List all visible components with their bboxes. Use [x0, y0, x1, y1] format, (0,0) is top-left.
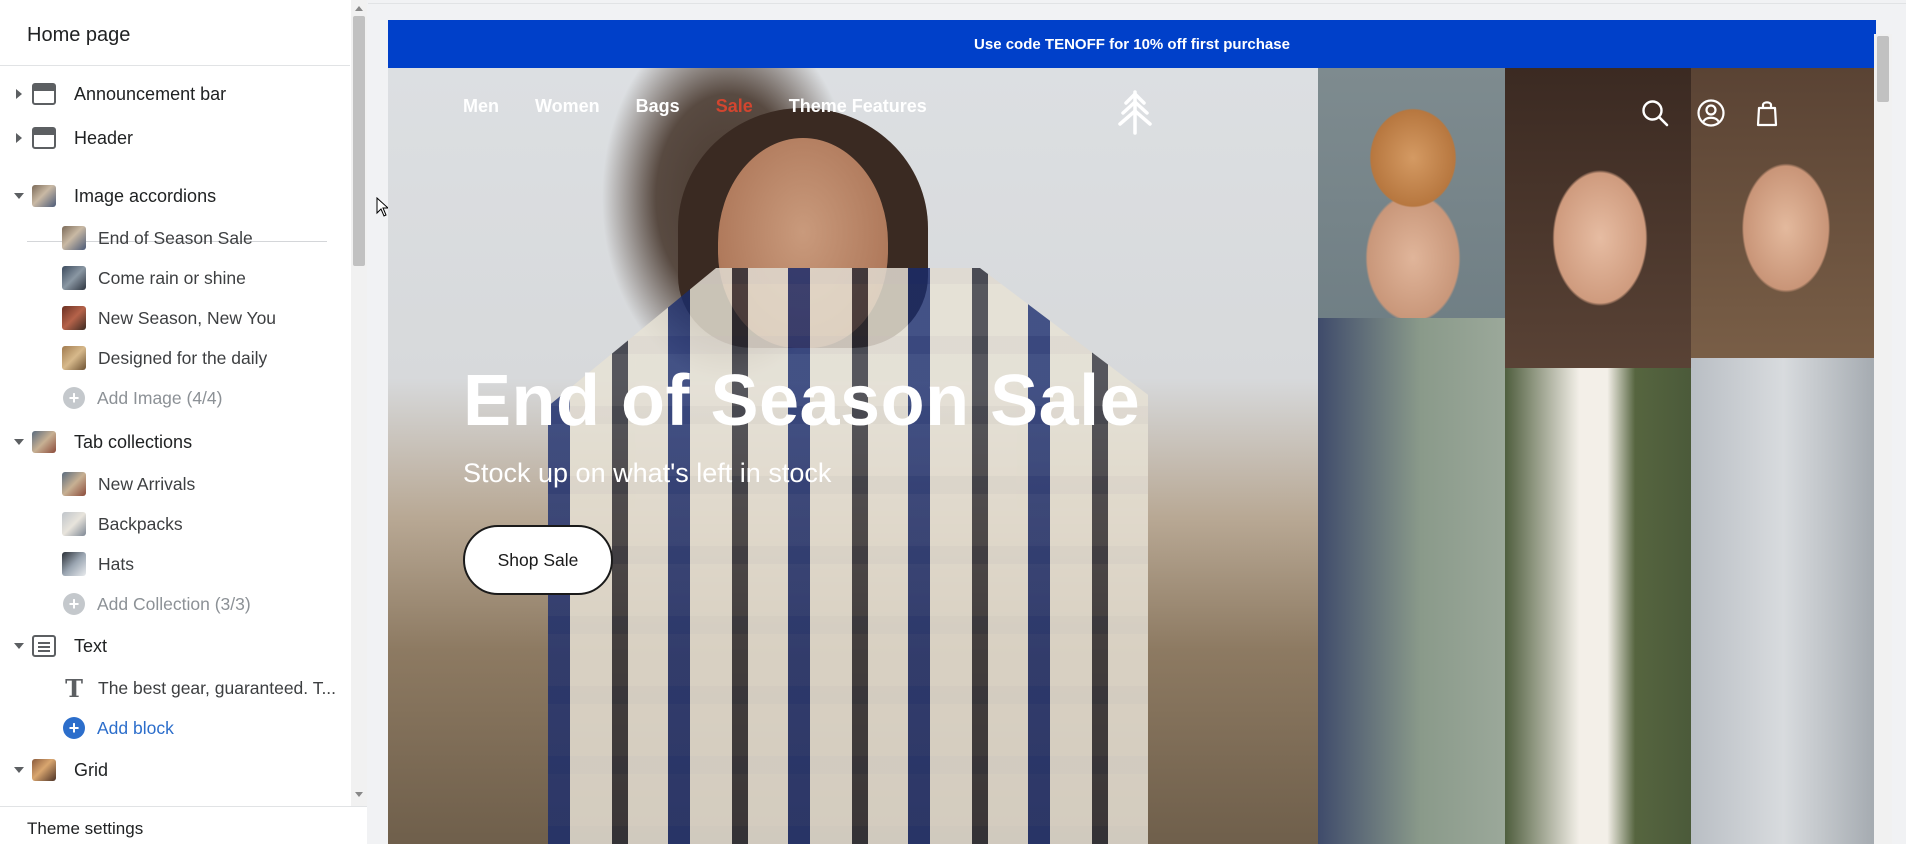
section-tab-collections[interactable]: Tab collections [0, 422, 350, 462]
block-thumbnail-icon [62, 306, 86, 330]
header-section-icon [32, 127, 56, 149]
theme-settings-button[interactable]: Theme settings [0, 806, 367, 844]
panel-photo [1691, 358, 1876, 844]
section-image-accordions[interactable]: Image accordions [0, 176, 350, 216]
nav-link-bags[interactable]: Bags [636, 96, 680, 117]
block-thumbnail-icon [62, 552, 86, 576]
block-thumbnail-icon [62, 266, 86, 290]
theme-settings-label: Theme settings [27, 819, 144, 838]
image-accordions-hero: Men Women Bags Sale Theme Features End o… [388, 68, 1876, 844]
block-label: Backpacks [98, 513, 183, 534]
account-icon[interactable] [1696, 98, 1726, 128]
scrollbar-thumb[interactable] [353, 16, 365, 266]
main-nav: Men Women Bags Sale Theme Features [463, 96, 963, 117]
block-label: Designed for the daily [98, 347, 268, 368]
accordion-panel[interactable] [1691, 68, 1876, 844]
block-thumbnail-icon [62, 472, 86, 496]
collapse-caret-icon[interactable] [14, 193, 24, 199]
accordion-panel[interactable] [1505, 68, 1691, 844]
block-thumbnail-icon [62, 346, 86, 370]
section-label: Announcement bar [74, 83, 227, 104]
scroll-up-icon[interactable] [355, 6, 363, 11]
block-label: New Arrivals [98, 473, 196, 494]
nav-link-theme-features[interactable]: Theme Features [789, 96, 927, 117]
page-title: Home page [27, 24, 131, 46]
announcement-bar[interactable]: Use code TENOFF for 10% off first purcha… [388, 20, 1876, 68]
accordion-panel[interactable] [1318, 68, 1505, 844]
section-grid[interactable]: Grid [0, 750, 350, 790]
add-circle-icon: + [63, 387, 85, 409]
block-label: Come rain or shine [98, 267, 246, 288]
panel-photo [1505, 368, 1691, 844]
add-image-button[interactable]: + Add Image (4/4) [0, 378, 350, 418]
block-thumbnail-icon [62, 226, 86, 250]
nav-link-women[interactable]: Women [535, 96, 600, 117]
preview-scrollbar[interactable] [1874, 34, 1892, 844]
text-block-icon: T [65, 673, 83, 703]
collapse-caret-icon[interactable] [14, 643, 24, 649]
block-item[interactable]: Backpacks [0, 504, 350, 544]
nav-link-men[interactable]: Men [463, 96, 499, 117]
section-label: Header [74, 127, 134, 148]
block-item[interactable]: End of Season Sale [0, 218, 350, 258]
sidebar-scrollbar[interactable] [351, 0, 367, 806]
add-circle-icon: + [63, 717, 85, 739]
block-item[interactable]: Designed for the daily [0, 338, 350, 378]
search-icon[interactable] [1640, 98, 1670, 128]
grid-thumbnail-icon [32, 759, 56, 781]
expand-caret-icon[interactable] [14, 133, 24, 143]
block-item[interactable]: New Arrivals [0, 464, 350, 504]
announcement-prefix: Use code [974, 35, 1045, 53]
logo-tree-icon[interactable] [1115, 88, 1155, 136]
nav-link-sale[interactable]: Sale [716, 96, 753, 117]
block-item[interactable]: Hats [0, 544, 350, 584]
block-item[interactable]: T The best gear, guaranteed. T... [0, 668, 350, 708]
scrollbar-thumb[interactable] [1877, 36, 1889, 102]
block-label: End of Season Sale [98, 227, 253, 248]
panel-photo [1318, 318, 1505, 844]
storefront-preview: Use code TENOFF for 10% off first purcha… [388, 20, 1876, 844]
hero-photo-plaid-jacket [548, 268, 1148, 844]
block-label: The best gear, guaranteed. T... [98, 677, 337, 698]
add-circle-icon: + [63, 593, 85, 615]
announcement-bar-icon [32, 83, 56, 105]
section-label: Tab collections [74, 431, 193, 452]
scroll-down-icon[interactable] [355, 792, 363, 797]
section-text[interactable]: Text [0, 626, 350, 666]
add-image-label: Add Image (4/4) [97, 387, 223, 408]
collapse-caret-icon[interactable] [14, 767, 24, 773]
section-tree: Announcement bar Header Image accordions… [0, 74, 350, 800]
tab-collections-thumbnail-icon [32, 431, 56, 453]
block-item[interactable]: New Season, New You [0, 298, 350, 338]
shop-sale-button[interactable]: Shop Sale [463, 525, 613, 595]
collapse-caret-icon[interactable] [14, 439, 24, 445]
preview-top-strip [368, 0, 1906, 4]
image-accordions-thumbnail-icon [32, 185, 56, 207]
block-label: New Season, New You [98, 307, 277, 328]
editor-sidebar: Home page Announcement bar Header Image … [0, 0, 367, 844]
section-label: Image accordions [74, 185, 217, 206]
announcement-code: TENOFF [1044, 35, 1105, 53]
divider [0, 65, 350, 66]
add-collection-button[interactable]: + Add Collection (3/3) [0, 584, 350, 624]
section-header[interactable]: Header [0, 118, 350, 158]
announcement-suffix: for 10% off first purchase [1104, 35, 1290, 53]
block-item[interactable]: Come rain or shine [0, 258, 350, 298]
expand-caret-icon[interactable] [14, 89, 24, 99]
cart-icon[interactable] [1752, 98, 1782, 128]
add-block-button[interactable]: + Add block [0, 708, 350, 748]
block-thumbnail-icon [62, 512, 86, 536]
section-label: Text [74, 635, 108, 656]
hero-subheading: Stock up on what's left in stock [463, 458, 832, 488]
text-section-icon [32, 635, 56, 657]
section-announcement-bar[interactable]: Announcement bar [0, 74, 350, 114]
block-label: Hats [98, 553, 134, 574]
hero-heading: End of Season Sale [463, 361, 1141, 441]
add-collection-label: Add Collection (3/3) [97, 593, 251, 614]
add-block-label: Add block [97, 717, 174, 738]
header-icons [1640, 98, 1782, 128]
section-label: Grid [74, 759, 109, 780]
accordion-panel-active[interactable] [388, 68, 1318, 844]
